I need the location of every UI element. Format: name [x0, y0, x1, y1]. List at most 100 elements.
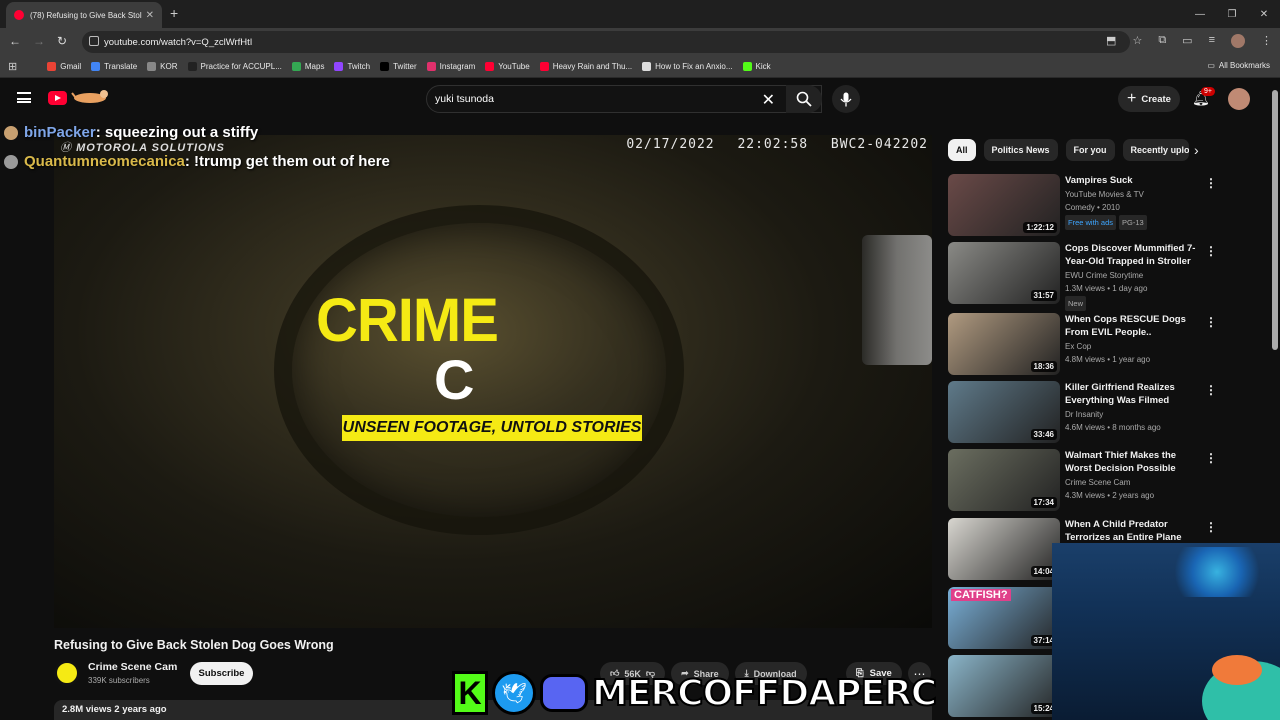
page-scrollbar[interactable] [1272, 90, 1278, 350]
url-field[interactable]: youtube.com/watch?v=Q_zclWrfHtI [82, 31, 1130, 53]
chevron-right-icon[interactable]: › [1194, 142, 1199, 158]
recommendation-item[interactable]: 1:22:12 Vampires Suck ⋮ YouTube Movies & TV… [948, 174, 1278, 236]
chip-2[interactable]: For you [1065, 139, 1115, 161]
youtube-logo[interactable] [48, 91, 67, 105]
bookmark-item[interactable]: KOR [147, 62, 178, 71]
search-input[interactable]: yuki tsunoda ✕ [426, 85, 822, 113]
more-options-icon[interactable]: ⋮ [1205, 520, 1217, 534]
video-thumbnail[interactable]: CATFISH? 37:14 [948, 587, 1060, 649]
recommendation-item[interactable]: 17:34 Walmart Thief Makes the Worst Decis… [948, 449, 1278, 511]
reload-icon[interactable]: ↻ [57, 34, 67, 48]
forward-icon[interactable]: → [33, 34, 45, 48]
video-title[interactable]: Vampires Suck [1065, 174, 1203, 187]
minimize-icon[interactable]: — [1184, 0, 1216, 28]
chip-0[interactable]: All [948, 139, 976, 161]
bookmark-item[interactable]: Twitter [380, 62, 417, 71]
install-app-icon[interactable]: ⬒ [1106, 34, 1116, 48]
bookmark-item[interactable]: YouTube [485, 62, 530, 71]
close-tab-icon[interactable]: ✕ [146, 10, 154, 21]
more-options-icon[interactable]: ⋮ [1205, 451, 1217, 465]
bookmark-favicon-icon [380, 62, 390, 71]
create-label: Create [1141, 93, 1171, 105]
stream-social-overlay: K 🕊︎ MERCOFFDAPERC [452, 671, 938, 715]
discord-logo-icon [540, 674, 588, 712]
voice-search-button[interactable] [832, 85, 860, 113]
chat-emote-icon [4, 125, 18, 140]
all-bookmarks-label: All Bookmarks [1218, 61, 1270, 70]
clear-search-icon[interactable]: ✕ [762, 90, 775, 110]
bookmark-item[interactable]: Heavy Rain and Thu... [539, 62, 632, 71]
close-window-icon[interactable]: ✕ [1248, 0, 1280, 28]
bookmark-favicon-icon [91, 62, 101, 71]
video-player[interactable]: Ⓜ MOTOROLA SOLUTIONS 02/17/2022 22:02:58… [54, 135, 932, 628]
search-icon [796, 91, 812, 107]
bookmark-favicon-icon [742, 62, 752, 71]
more-options-icon[interactable]: ⋮ [1205, 383, 1217, 397]
browser-menu-icon[interactable]: ⋮ [1261, 34, 1272, 48]
channel-name[interactable]: Ex Cop [1065, 340, 1091, 353]
chip-1[interactable]: Politics News [983, 139, 1058, 161]
site-info-icon[interactable] [89, 36, 99, 46]
video-thumbnail[interactable]: 18:36 [948, 313, 1060, 375]
video-thumbnail[interactable]: 31:57 [948, 242, 1060, 304]
bookmark-star-icon[interactable]: ☆ [1132, 34, 1142, 48]
extensions-icon[interactable]: ⧉ [1158, 34, 1166, 48]
recommendation-item[interactable]: 18:36 When Cops RESCUE Dogs From EVIL Peo… [948, 313, 1278, 375]
channel-name[interactable]: YouTube Movies & TV [1065, 188, 1144, 201]
video-thumbnail[interactable]: 33:46 [948, 381, 1060, 443]
thumbnail-caption: CATFISH? [951, 589, 1011, 601]
video-thumbnail[interactable]: 14:04 [948, 518, 1060, 580]
notifications-button[interactable]: 🔔︎ 9+ [1192, 87, 1215, 107]
video-duration: 33:46 [1030, 429, 1057, 440]
restore-icon[interactable]: ❐ [1216, 0, 1248, 28]
bookmark-item[interactable]: Maps [291, 62, 324, 71]
recommendation-item[interactable]: 31:57 Cops Discover Mummified 7-Year-Old … [948, 242, 1278, 311]
more-options-icon[interactable]: ⋮ [1205, 176, 1217, 190]
bookmark-item[interactable]: Gmail [47, 62, 81, 71]
account-avatar[interactable] [1228, 88, 1250, 110]
bookmark-item[interactable]: Translate [91, 62, 137, 71]
back-icon[interactable]: ← [9, 34, 21, 48]
twitter-bird-icon: 🕊︎ [492, 671, 536, 715]
subscribe-button[interactable]: Subscribe [190, 662, 253, 685]
bookmark-item[interactable]: Kick [742, 62, 771, 71]
apps-grid-icon[interactable]: ⊞ [8, 60, 17, 73]
bookmark-label: Kick [755, 62, 771, 71]
new-tab-icon[interactable]: + [170, 5, 178, 21]
bookmark-item[interactable]: Practice for ACCUPL... [187, 62, 282, 71]
doodle-icon[interactable] [70, 88, 110, 106]
more-options-icon[interactable]: ⋮ [1205, 244, 1217, 258]
browser-tab[interactable]: (78) Refusing to Give Back Stol ✕ [6, 2, 162, 28]
recommendation-item[interactable]: 33:46 Killer Girlfriend Realizes Everythi… [948, 381, 1278, 443]
bookmark-favicon-icon [147, 62, 157, 71]
bookmark-favicon-icon [291, 62, 301, 71]
more-options-icon[interactable]: ⋮ [1205, 315, 1217, 329]
all-bookmarks[interactable]: ▭ All Bookmarks [1207, 61, 1270, 70]
chat-message: Quantumneomecanica : !trump get them out… [4, 153, 390, 170]
channel-name[interactable]: Crime Scene Cam [88, 661, 177, 673]
channel-name[interactable]: Dr Insanity [1065, 408, 1103, 421]
bookmark-item[interactable]: Twitch [334, 62, 370, 71]
create-button[interactable]: + Create [1118, 86, 1180, 112]
video-meta: 4.3M views • 2 years ago [1065, 491, 1155, 500]
video-title[interactable]: Walmart Thief Makes the Worst Decision P… [1065, 449, 1203, 475]
channel-name[interactable]: EWU Crime Storytime [1065, 269, 1143, 282]
chip-3[interactable]: Recently uploa [1122, 139, 1189, 161]
menu-icon[interactable] [17, 92, 31, 103]
video-title[interactable]: Killer Girlfriend Realizes Everything Wa… [1065, 381, 1203, 407]
channel-avatar[interactable] [54, 660, 80, 686]
video-title[interactable]: When Cops RESCUE Dogs From EVIL People.. [1065, 313, 1203, 339]
cast-icon[interactable]: ▭ [1182, 34, 1192, 48]
video-thumbnail[interactable]: 15:24 [948, 655, 1060, 717]
channel-name[interactable]: Crime Scene Cam [1065, 476, 1130, 489]
bookmark-item[interactable]: Instagram [426, 62, 475, 71]
bookmark-item[interactable]: How to Fix an Anxio... [642, 62, 733, 71]
video-title[interactable]: Cops Discover Mummified 7-Year-Old Trapp… [1065, 242, 1203, 268]
video-thumbnail[interactable]: 1:22:12 [948, 174, 1060, 236]
media-controls-icon[interactable]: ≡ [1209, 34, 1215, 48]
address-toolbar: ← → ↻ youtube.com/watch?v=Q_zclWrfHtI ⬒ … [0, 28, 1280, 56]
profile-avatar[interactable] [1231, 34, 1245, 48]
video-thumbnail[interactable]: 17:34 [948, 449, 1060, 511]
search-button[interactable] [786, 85, 822, 113]
video-title[interactable]: When A Child Predator Terrorizes an Enti… [1065, 518, 1203, 544]
